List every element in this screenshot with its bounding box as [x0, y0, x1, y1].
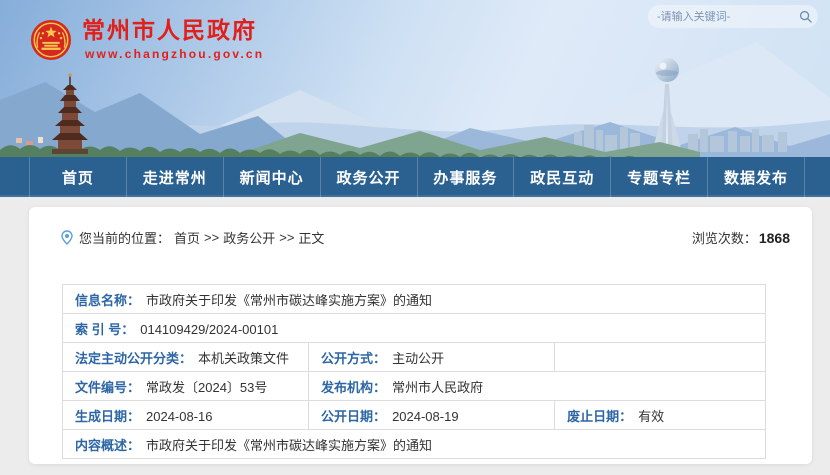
main-nav: 首页 走进常州 新闻中心 政务公开 办事服务 政民互动 专题专栏 数据发布: [0, 157, 830, 197]
breadcrumb: 您当前的位置： 首页 >> 政务公开 >> 正文: [60, 228, 324, 247]
nav-item-news-center[interactable]: 新闻中心: [224, 157, 321, 197]
breadcrumb-label: 您当前的位置：: [79, 228, 170, 247]
field-value: 常政发〔2024〕53号: [146, 380, 267, 395]
field-value: 2024-08-16: [146, 409, 213, 424]
table-row: 内容概述： 市政府关于印发《常州市碳达峰实施方案》的通知: [63, 430, 766, 459]
site-url: www.changzhou.gov.cn: [85, 47, 264, 61]
field-label: 内容概述：: [75, 438, 140, 453]
site-title: 常州市人民政府: [82, 16, 264, 44]
table-row: 生成日期： 2024-08-16 公开日期： 2024-08-19 废止日期： 有效: [63, 401, 766, 430]
field-label: 发布机构：: [321, 380, 386, 395]
nav-item-about-changzhou[interactable]: 走进常州: [127, 157, 224, 197]
field-label: 索 引 号：: [75, 322, 134, 337]
table-cell: 废止日期： 有效: [555, 401, 766, 430]
nav-item-home[interactable]: 首页: [29, 157, 127, 197]
breadcrumb-row: 您当前的位置： 首页 >> 政务公开 >> 正文 浏览次数：1868: [29, 207, 812, 247]
field-label: 生成日期：: [75, 409, 140, 424]
field-value: 市政府关于印发《常州市碳达峰实施方案》的通知: [146, 438, 432, 453]
table-cell: 文件编号： 常政发〔2024〕53号: [63, 372, 309, 401]
field-value: 常州市人民政府: [392, 380, 483, 395]
table-row: 文件编号： 常政发〔2024〕53号 发布机构： 常州市人民政府: [63, 372, 766, 401]
view-counter: 浏览次数：1868: [692, 228, 790, 247]
field-label: 信息名称：: [75, 293, 140, 308]
field-value: 本机关政策文件: [198, 351, 289, 366]
field-label: 废止日期：: [567, 409, 632, 424]
table-cell: 内容概述： 市政府关于印发《常州市碳达峰实施方案》的通知: [63, 430, 766, 459]
logo-text: 常州市人民政府 www.changzhou.gov.cn: [82, 16, 264, 61]
table-cell: [555, 343, 766, 372]
info-table-body: 信息名称：市政府关于印发《常州市碳达峰实施方案》的通知索 引 号：0141094…: [63, 285, 766, 459]
field-label: 公开日期：: [321, 409, 386, 424]
table-cell: 索 引 号： 014109429/2024-00101: [63, 314, 766, 343]
view-counter-value: 1868: [759, 230, 790, 246]
table-row: 信息名称： 市政府关于印发《常州市碳达峰实施方案》的通知: [63, 285, 766, 314]
search-icon[interactable]: [799, 10, 812, 23]
table-row: 索 引 号： 014109429/2024-00101: [63, 314, 766, 343]
nav-item-services[interactable]: 办事服务: [418, 157, 515, 197]
field-value: 市政府关于印发《常州市碳达峰实施方案》的通知: [146, 293, 432, 308]
field-label: 公开方式：: [321, 351, 386, 366]
table-cell: 公开日期： 2024-08-19: [309, 401, 555, 430]
document-info-table: 信息名称：市政府关于印发《常州市碳达峰实施方案》的通知索 引 号：0141094…: [62, 284, 766, 459]
page: 常州市人民政府 www.changzhou.gov.cn 首页 走进常州 新闻中…: [0, 0, 830, 475]
field-label: 文件编号：: [75, 380, 140, 395]
breadcrumb-separator: >>: [204, 230, 219, 245]
field-value: 有效: [638, 409, 664, 424]
site-header: 常州市人民政府 www.changzhou.gov.cn: [0, 0, 830, 157]
table-row: 法定主动公开分类： 本机关政策文件 公开方式： 主动公开: [63, 343, 766, 372]
nav-item-interaction[interactable]: 政民互动: [514, 157, 611, 197]
search-input[interactable]: [657, 11, 799, 23]
table-cell: 公开方式： 主动公开: [309, 343, 555, 372]
field-value: 2024-08-19: [392, 409, 459, 424]
nav-item-data-release[interactable]: 数据发布: [708, 157, 805, 197]
table-cell: 法定主动公开分类： 本机关政策文件: [63, 343, 309, 372]
table-cell: 信息名称： 市政府关于印发《常州市碳达峰实施方案》的通知: [63, 285, 766, 314]
table-cell: 发布机构： 常州市人民政府: [309, 372, 766, 401]
main-nav-inner: 首页 走进常州 新闻中心 政务公开 办事服务 政民互动 专题专栏 数据发布: [29, 157, 805, 197]
breadcrumb-separator: >>: [279, 230, 294, 245]
nav-item-special-topics[interactable]: 专题专栏: [611, 157, 708, 197]
field-value: 主动公开: [392, 351, 444, 366]
search-box[interactable]: [648, 5, 818, 28]
page-area: 您当前的位置： 首页 >> 政务公开 >> 正文 浏览次数：1868 信息名称：…: [0, 197, 830, 475]
field-label: 法定主动公开分类：: [75, 351, 192, 366]
breadcrumb-link-home[interactable]: 首页: [174, 228, 200, 247]
content-card: 您当前的位置： 首页 >> 政务公开 >> 正文 浏览次数：1868 信息名称：…: [29, 207, 812, 464]
breadcrumb-current: 正文: [298, 228, 324, 247]
table-cell: 生成日期： 2024-08-16: [63, 401, 309, 430]
national-emblem-icon: [30, 19, 72, 61]
breadcrumb-link-gov-affairs[interactable]: 政务公开: [223, 228, 275, 247]
site-logo[interactable]: 常州市人民政府 www.changzhou.gov.cn: [30, 16, 264, 61]
field-value: 014109429/2024-00101: [140, 322, 278, 337]
location-pin-icon: [60, 230, 74, 245]
nav-item-gov-affairs[interactable]: 政务公开: [321, 157, 418, 197]
view-counter-label: 浏览次数：: [692, 231, 757, 246]
